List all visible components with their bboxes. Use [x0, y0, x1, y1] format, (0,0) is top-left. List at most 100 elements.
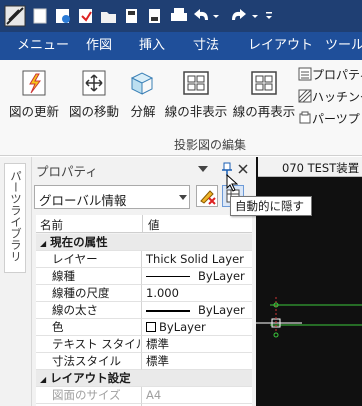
close-icon[interactable]: [238, 164, 248, 174]
open-folder-icon[interactable]: [101, 12, 116, 23]
parts-library-tab-label: パーツライブラリ: [9, 170, 23, 262]
refresh-drawing-icon: [22, 70, 46, 96]
property-name: レイヤー: [36, 251, 142, 268]
property-grid-header: 名前 値: [36, 215, 252, 233]
explode-button[interactable]: 分解: [126, 68, 160, 120]
move-drawing-icon: [82, 70, 106, 96]
property-value[interactable]: 標準: [142, 353, 252, 370]
property-name: 線種の尺度: [36, 285, 142, 302]
property-name: テキスト スタイル: [36, 336, 142, 353]
menu-item-insert[interactable]: 挿入: [139, 32, 165, 60]
show-lines-button[interactable]: 線の再表示: [232, 68, 296, 120]
menu-item-tools[interactable]: ツール: [325, 32, 362, 60]
redo-icon[interactable]: [232, 9, 258, 20]
save-icon[interactable]: [79, 9, 92, 23]
clear-selection-icon: [200, 190, 216, 205]
ribbon-parts-item[interactable]: パーツプ: [298, 110, 362, 128]
property-value[interactable]: ByLayer: [142, 268, 252, 285]
menu-item-menu[interactable]: メニュー: [17, 32, 69, 60]
snap-marker: [273, 332, 279, 338]
open-icon[interactable]: [56, 9, 70, 23]
property-row-layer[interactable]: レイヤー Thick Solid Layer: [36, 251, 252, 268]
property-row-color[interactable]: 色 ByLayer: [36, 319, 252, 336]
hide-lines-icon: [183, 71, 209, 95]
property-row-linetype-scale[interactable]: 線種の尺度 1.000: [36, 285, 252, 302]
ribbon-hatching-label: ハッチング: [312, 90, 362, 104]
color-swatch: [146, 322, 156, 332]
property-row-dimension-style[interactable]: 寸法スタイル 標準: [36, 353, 252, 370]
properties-icon: [298, 67, 312, 81]
refresh-drawing-label: 図の更新: [8, 104, 59, 119]
drawing-canvas[interactable]: 070 TEST装置: [256, 157, 362, 406]
property-name: 色: [36, 319, 142, 336]
print-preview-icon[interactable]: [126, 9, 137, 23]
mouse-cursor-icon: [226, 174, 238, 192]
collapse-icon: ◢: [40, 239, 47, 248]
header-divider: [142, 215, 143, 233]
move-drawing-label: 図の移動: [68, 104, 119, 119]
property-row-linetype[interactable]: 線種 ByLayer: [36, 268, 252, 285]
property-name: 図面のサイズ: [36, 387, 142, 404]
header-name: 名前: [40, 218, 63, 232]
refresh-drawing-button[interactable]: 図の更新: [6, 68, 62, 120]
property-value: A4: [142, 387, 252, 404]
property-value[interactable]: 1.000: [142, 285, 252, 302]
category-current-attributes[interactable]: ◢ 現在の属性: [36, 234, 252, 251]
properties-title: プロパティ: [36, 164, 98, 179]
property-value[interactable]: Thick Solid Layer: [142, 251, 252, 268]
menu-item-dimension[interactable]: 寸法: [193, 32, 219, 60]
print-icon[interactable]: [171, 8, 187, 21]
category-layout-settings[interactable]: ◢ レイアウト設定: [36, 370, 252, 387]
property-value[interactable]: ByLayer: [142, 319, 252, 336]
palette-menu-icon[interactable]: [198, 166, 208, 172]
property-row-sheet-size: 図面のサイズ A4: [36, 387, 252, 404]
ribbon-group-label: 投影図の編集: [173, 138, 246, 152]
category-current-attributes-label: 現在の属性: [50, 235, 108, 249]
hatching-icon: [298, 89, 312, 103]
quick-access-toolbar: [0, 0, 362, 32]
collapse-icon: ◢: [40, 375, 47, 384]
category-layout-settings-label: レイアウト設定: [50, 371, 131, 385]
color-value: ByLayer: [159, 320, 206, 334]
linetype-sample: [146, 276, 190, 277]
clear-selection-button[interactable]: [196, 185, 218, 207]
explode-label: 分解: [130, 104, 156, 119]
undo-icon[interactable]: [194, 9, 219, 20]
document-tab[interactable]: 070 TEST装置: [258, 157, 362, 177]
hide-lines-button[interactable]: 線の非表示: [163, 68, 229, 120]
show-lines-label: 線の再表示: [232, 104, 296, 119]
property-row-text-style[interactable]: テキスト スタイル 標準: [36, 336, 252, 353]
menu-bar: メニュー 作図 挿入 寸法 レイアウト ツール: [0, 32, 362, 60]
menu-item-draw[interactable]: 作図: [86, 32, 112, 60]
ribbon-panel: 図の更新 図の移動 分解 線の非表示 線の再表示 プロパテ ハッチン パーツプ …: [0, 60, 362, 156]
move-drawing-button[interactable]: 図の移動: [66, 68, 122, 120]
property-name: 線の太さ: [36, 302, 142, 319]
category-label: ◢ レイアウト設定: [36, 370, 252, 387]
ribbon-hatching-item[interactable]: ハッチング: [298, 88, 362, 106]
ribbon-parts-label: パーツプ: [312, 112, 360, 126]
property-value[interactable]: 標準: [142, 336, 252, 353]
property-scope-select[interactable]: グローバル情報: [34, 185, 190, 209]
canvas-geometry: [256, 297, 362, 338]
menu-item-layout[interactable]: レイアウト: [248, 32, 313, 60]
category-label: ◢ 現在の属性: [36, 234, 252, 251]
quick-access-icons: [4, 5, 272, 27]
show-lines-icon: [251, 71, 277, 95]
property-name: 線種: [36, 268, 142, 285]
explode-icon: [130, 72, 154, 95]
property-value[interactable]: ByLayer: [142, 302, 252, 319]
chevron-down-icon: [179, 195, 187, 200]
export-icon[interactable]: [149, 9, 160, 23]
linetype-value: ByLayer: [198, 269, 245, 283]
lineweight-sample: [146, 309, 190, 312]
property-name: 寸法スタイル: [36, 353, 142, 370]
ribbon-properties-item[interactable]: プロパティ: [298, 66, 362, 84]
parts-library-tab[interactable]: パーツライブラリ: [4, 163, 26, 273]
side-tab-strip: パーツライブラリ: [0, 157, 32, 406]
new-file-icon[interactable]: [33, 8, 47, 24]
ribbon-properties-label: プロパティ: [312, 68, 362, 82]
pin-tooltip: 自動的に隠す: [230, 196, 312, 216]
app-logo-icon[interactable]: [4, 5, 26, 27]
property-row-lineweight[interactable]: 線の太さ ByLayer: [36, 302, 252, 319]
customize-icon[interactable]: [266, 12, 272, 19]
